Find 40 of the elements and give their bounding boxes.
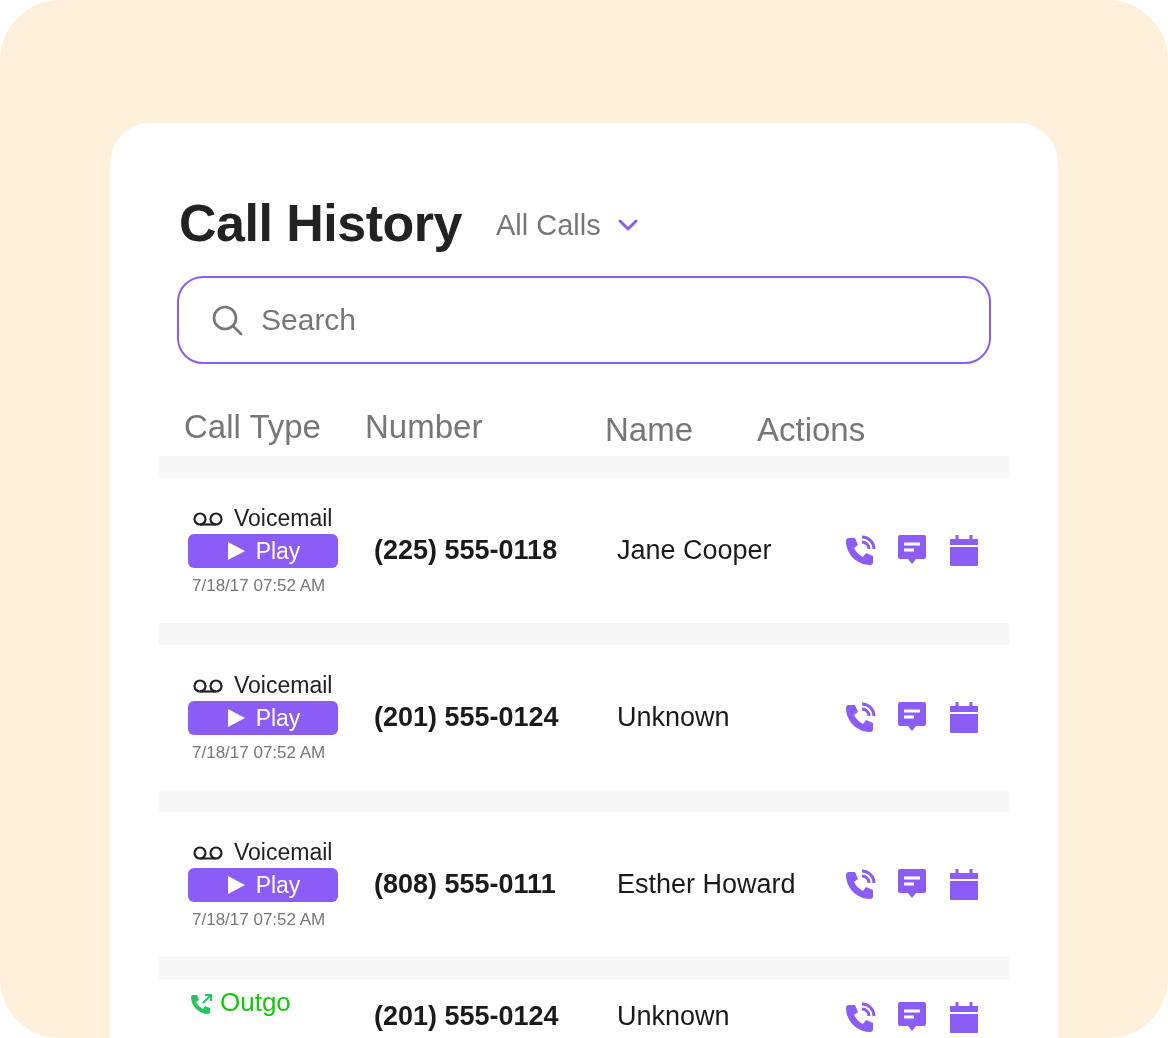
phone-number: (201) 555-0124 [374,1001,560,1032]
voicemail-icon [192,677,224,694]
column-header: Actions [757,411,866,449]
call-time: 7/18/17 07:52 AM [192,910,327,930]
call-time: 7/18/17 07:52 AM [192,743,327,763]
calendar-icon[interactable] [947,533,981,568]
column-header: Name [605,411,694,449]
contact-name: Esther Howard [617,869,797,900]
calendar-icon[interactable] [947,700,981,735]
call-type-label: Outgo [220,987,291,1018]
contact-name: Unknown [617,1001,731,1032]
call-type-label: Voicemail [234,505,333,532]
page-title: Call History [179,193,462,253]
contact-name: Unknown [617,702,731,733]
play-icon [225,708,246,728]
play-icon [225,541,246,561]
voicemail-icon [192,510,224,527]
play-button[interactable]: Play [188,868,338,902]
phone-call-icon[interactable] [843,1001,877,1035]
phone-call-icon[interactable] [843,533,877,568]
chevron-down-icon [616,218,639,232]
call-time: 7/18/17 07:52 AM [192,576,327,596]
phone-call-icon[interactable] [843,867,877,902]
contact-name: Jane Cooper [617,535,773,566]
phone-call-icon[interactable] [843,700,877,735]
column-header: Number [365,408,483,446]
phone-number: (201) 555-0124 [374,702,560,733]
column-header: Call Type [184,408,321,446]
filter-dropdown[interactable]: All Calls [496,208,639,242]
voicemail-icon [192,844,224,861]
play-button[interactable]: Play [188,534,338,568]
phone-number: (808) 555-0111 [374,869,557,900]
play-icon [225,875,246,895]
calendar-icon[interactable] [947,1001,981,1035]
call-type-label: Voicemail [234,839,333,866]
call-type-label: Voicemail [234,672,333,699]
calendar-icon[interactable] [947,867,981,902]
phone-number: (225) 555-0118 [374,535,559,566]
search-field[interactable]: Search [177,276,991,364]
play-button[interactable]: Play [188,701,338,735]
